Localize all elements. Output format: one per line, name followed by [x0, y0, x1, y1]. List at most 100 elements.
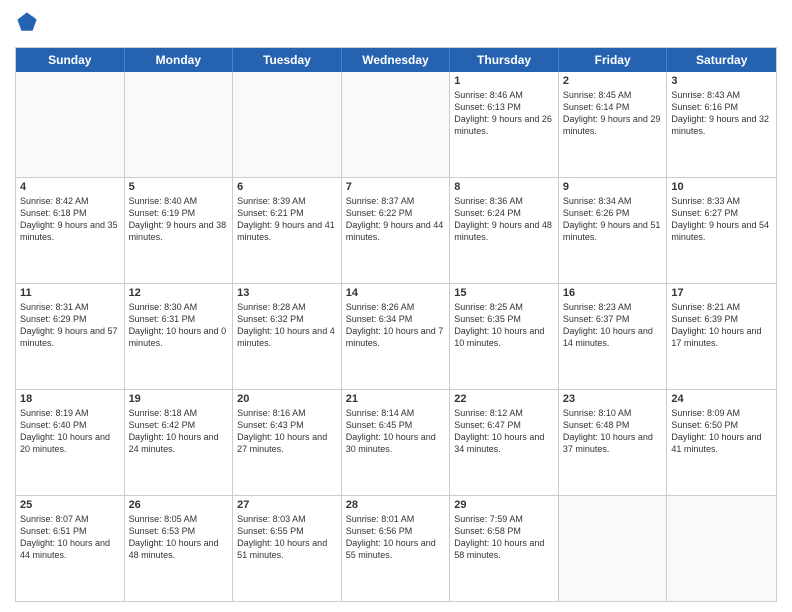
page: SundayMondayTuesdayWednesdayThursdayFrid…	[0, 0, 792, 612]
cell-content: Sunrise: 8:43 AM Sunset: 6:16 PM Dayligh…	[671, 89, 772, 138]
calendar-cell: 24 Sunrise: 8:09 AM Sunset: 6:50 PM Dayli…	[667, 390, 776, 495]
cell-content: Sunrise: 8:07 AM Sunset: 6:51 PM Dayligh…	[20, 513, 120, 562]
day-number: 17	[671, 287, 772, 299]
calendar-cell: 16Sunrise: 8:23 AM Sunset: 6:37 PM Dayli…	[559, 284, 668, 389]
day-number: 8	[454, 181, 554, 193]
cell-content: Sunrise: 8:03 AM Sunset: 6:55 PM Dayligh…	[237, 513, 337, 562]
cell-content: Sunrise: 8:12 AM Sunset: 6:47 PM Dayligh…	[454, 407, 554, 456]
cell-content: Sunrise: 8:28 AM Sunset: 6:32 PM Dayligh…	[237, 301, 337, 350]
calendar-cell	[125, 72, 234, 177]
cell-content: Sunrise: 8:45 AM Sunset: 6:14 PM Dayligh…	[563, 89, 663, 138]
day-header-sunday: Sunday	[16, 48, 125, 72]
cell-content: Sunrise: 8:25 AM Sunset: 6:35 PM Dayligh…	[454, 301, 554, 350]
day-number: 26	[129, 499, 229, 511]
day-number: 25	[20, 499, 120, 511]
calendar-cell: 12 Sunrise: 8:30 AM Sunset: 6:31 PM Dayli…	[125, 284, 234, 389]
day-number: 22	[454, 393, 554, 405]
cell-content: Sunrise: 8:36 AM Sunset: 6:24 PM Dayligh…	[454, 195, 554, 244]
calendar-cell: 9 Sunrise: 8:34 AM Sunset: 6:26 PM Daylig…	[559, 178, 668, 283]
calendar-cell	[667, 496, 776, 601]
day-number: 9	[563, 181, 663, 193]
day-number: 12	[129, 287, 229, 299]
calendar-cell: 14 Sunrise: 8:26 AM Sunset: 6:34 PM Dayli…	[342, 284, 451, 389]
day-number: 24	[671, 393, 772, 405]
calendar-cell	[559, 496, 668, 601]
day-header-friday: Friday	[559, 48, 668, 72]
week-row-1: 4 Sunrise: 8:42 AM Sunset: 6:18 PM Daylig…	[16, 178, 776, 284]
day-number: 7	[346, 181, 446, 193]
calendar-cell: 27 Sunrise: 8:03 AM Sunset: 6:55 PM Dayli…	[233, 496, 342, 601]
calendar-body: 1 Sunrise: 8:46 AM Sunset: 6:13 PM Daylig…	[16, 72, 776, 601]
week-row-2: 11 Sunrise: 8:31 AM Sunset: 6:29 PM Dayli…	[16, 284, 776, 390]
calendar-cell: 10 Sunrise: 8:33 AM Sunset: 6:27 PM Dayli…	[667, 178, 776, 283]
day-header-thursday: Thursday	[450, 48, 559, 72]
calendar-cell: 4 Sunrise: 8:42 AM Sunset: 6:18 PM Daylig…	[16, 178, 125, 283]
calendar-cell	[233, 72, 342, 177]
calendar-cell: 3 Sunrise: 8:43 AM Sunset: 6:16 PM Daylig…	[667, 72, 776, 177]
day-number: 1	[454, 75, 554, 87]
cell-content: Sunrise: 8:05 AM Sunset: 6:53 PM Dayligh…	[129, 513, 229, 562]
cell-content: Sunrise: 8:46 AM Sunset: 6:13 PM Dayligh…	[454, 89, 554, 138]
cell-content: Sunrise: 8:23 AM Sunset: 6:37 PM Dayligh…	[563, 301, 663, 350]
week-row-4: 25 Sunrise: 8:07 AM Sunset: 6:51 PM Dayli…	[16, 496, 776, 601]
calendar-cell: 19Sunrise: 8:18 AM Sunset: 6:42 PM Dayli…	[125, 390, 234, 495]
cell-content: Sunrise: 8:33 AM Sunset: 6:27 PM Dayligh…	[671, 195, 772, 244]
cell-content: Sunrise: 8:30 AM Sunset: 6:31 PM Dayligh…	[129, 301, 229, 350]
day-number: 28	[346, 499, 446, 511]
calendar-cell	[16, 72, 125, 177]
calendar-cell: 21Sunrise: 8:14 AM Sunset: 6:45 PM Dayli…	[342, 390, 451, 495]
calendar-cell: 26 Sunrise: 8:05 AM Sunset: 6:53 PM Dayli…	[125, 496, 234, 601]
day-number: 11	[20, 287, 120, 299]
cell-content: Sunrise: 8:10 AM Sunset: 6:48 PM Dayligh…	[563, 407, 663, 456]
day-number: 18	[20, 393, 120, 405]
cell-content: Sunrise: 8:34 AM Sunset: 6:26 PM Dayligh…	[563, 195, 663, 244]
day-number: 6	[237, 181, 337, 193]
logo	[15, 10, 41, 39]
cell-content: Sunrise: 8:40 AM Sunset: 6:19 PM Dayligh…	[129, 195, 229, 244]
calendar-cell: 5Sunrise: 8:40 AM Sunset: 6:19 PM Daylig…	[125, 178, 234, 283]
header	[15, 10, 777, 39]
cell-content: Sunrise: 8:09 AM Sunset: 6:50 PM Dayligh…	[671, 407, 772, 456]
calendar-cell: 8 Sunrise: 8:36 AM Sunset: 6:24 PM Daylig…	[450, 178, 559, 283]
cell-content: Sunrise: 8:19 AM Sunset: 6:40 PM Dayligh…	[20, 407, 120, 456]
cell-content: Sunrise: 8:26 AM Sunset: 6:34 PM Dayligh…	[346, 301, 446, 350]
day-number: 23	[563, 393, 663, 405]
calendar-cell: 1 Sunrise: 8:46 AM Sunset: 6:13 PM Daylig…	[450, 72, 559, 177]
day-number: 4	[20, 181, 120, 193]
day-number: 10	[671, 181, 772, 193]
day-header-monday: Monday	[125, 48, 234, 72]
day-number: 13	[237, 287, 337, 299]
day-number: 3	[671, 75, 772, 87]
week-row-0: 1 Sunrise: 8:46 AM Sunset: 6:13 PM Daylig…	[16, 72, 776, 178]
cell-content: Sunrise: 8:14 AM Sunset: 6:45 PM Dayligh…	[346, 407, 446, 456]
day-header-tuesday: Tuesday	[233, 48, 342, 72]
calendar: SundayMondayTuesdayWednesdayThursdayFrid…	[15, 47, 777, 602]
calendar-cell	[342, 72, 451, 177]
cell-content: Sunrise: 7:59 AM Sunset: 6:58 PM Dayligh…	[454, 513, 554, 562]
calendar-cell: 2Sunrise: 8:45 AM Sunset: 6:14 PM Daylig…	[559, 72, 668, 177]
cell-content: Sunrise: 8:16 AM Sunset: 6:43 PM Dayligh…	[237, 407, 337, 456]
calendar-cell: 23 Sunrise: 8:10 AM Sunset: 6:48 PM Dayli…	[559, 390, 668, 495]
cell-content: Sunrise: 8:42 AM Sunset: 6:18 PM Dayligh…	[20, 195, 120, 244]
calendar-cell: 28Sunrise: 8:01 AM Sunset: 6:56 PM Dayli…	[342, 496, 451, 601]
day-number: 20	[237, 393, 337, 405]
week-row-3: 18 Sunrise: 8:19 AM Sunset: 6:40 PM Dayli…	[16, 390, 776, 496]
calendar-header-row: SundayMondayTuesdayWednesdayThursdayFrid…	[16, 48, 776, 72]
calendar-cell: 11 Sunrise: 8:31 AM Sunset: 6:29 PM Dayli…	[16, 284, 125, 389]
cell-content: Sunrise: 8:18 AM Sunset: 6:42 PM Dayligh…	[129, 407, 229, 456]
calendar-cell: 25 Sunrise: 8:07 AM Sunset: 6:51 PM Dayli…	[16, 496, 125, 601]
day-number: 29	[454, 499, 554, 511]
cell-content: Sunrise: 8:21 AM Sunset: 6:39 PM Dayligh…	[671, 301, 772, 350]
calendar-cell: 6Sunrise: 8:39 AM Sunset: 6:21 PM Daylig…	[233, 178, 342, 283]
cell-content: Sunrise: 8:31 AM Sunset: 6:29 PM Dayligh…	[20, 301, 120, 350]
calendar-cell: 20 Sunrise: 8:16 AM Sunset: 6:43 PM Dayli…	[233, 390, 342, 495]
calendar-cell: 13 Sunrise: 8:28 AM Sunset: 6:32 PM Dayli…	[233, 284, 342, 389]
cell-content: Sunrise: 8:37 AM Sunset: 6:22 PM Dayligh…	[346, 195, 446, 244]
day-number: 27	[237, 499, 337, 511]
calendar-cell: 15Sunrise: 8:25 AM Sunset: 6:35 PM Dayli…	[450, 284, 559, 389]
day-header-wednesday: Wednesday	[342, 48, 451, 72]
day-header-saturday: Saturday	[667, 48, 776, 72]
calendar-cell: 7 Sunrise: 8:37 AM Sunset: 6:22 PM Daylig…	[342, 178, 451, 283]
calendar-cell: 29 Sunrise: 7:59 AM Sunset: 6:58 PM Dayli…	[450, 496, 559, 601]
day-number: 14	[346, 287, 446, 299]
